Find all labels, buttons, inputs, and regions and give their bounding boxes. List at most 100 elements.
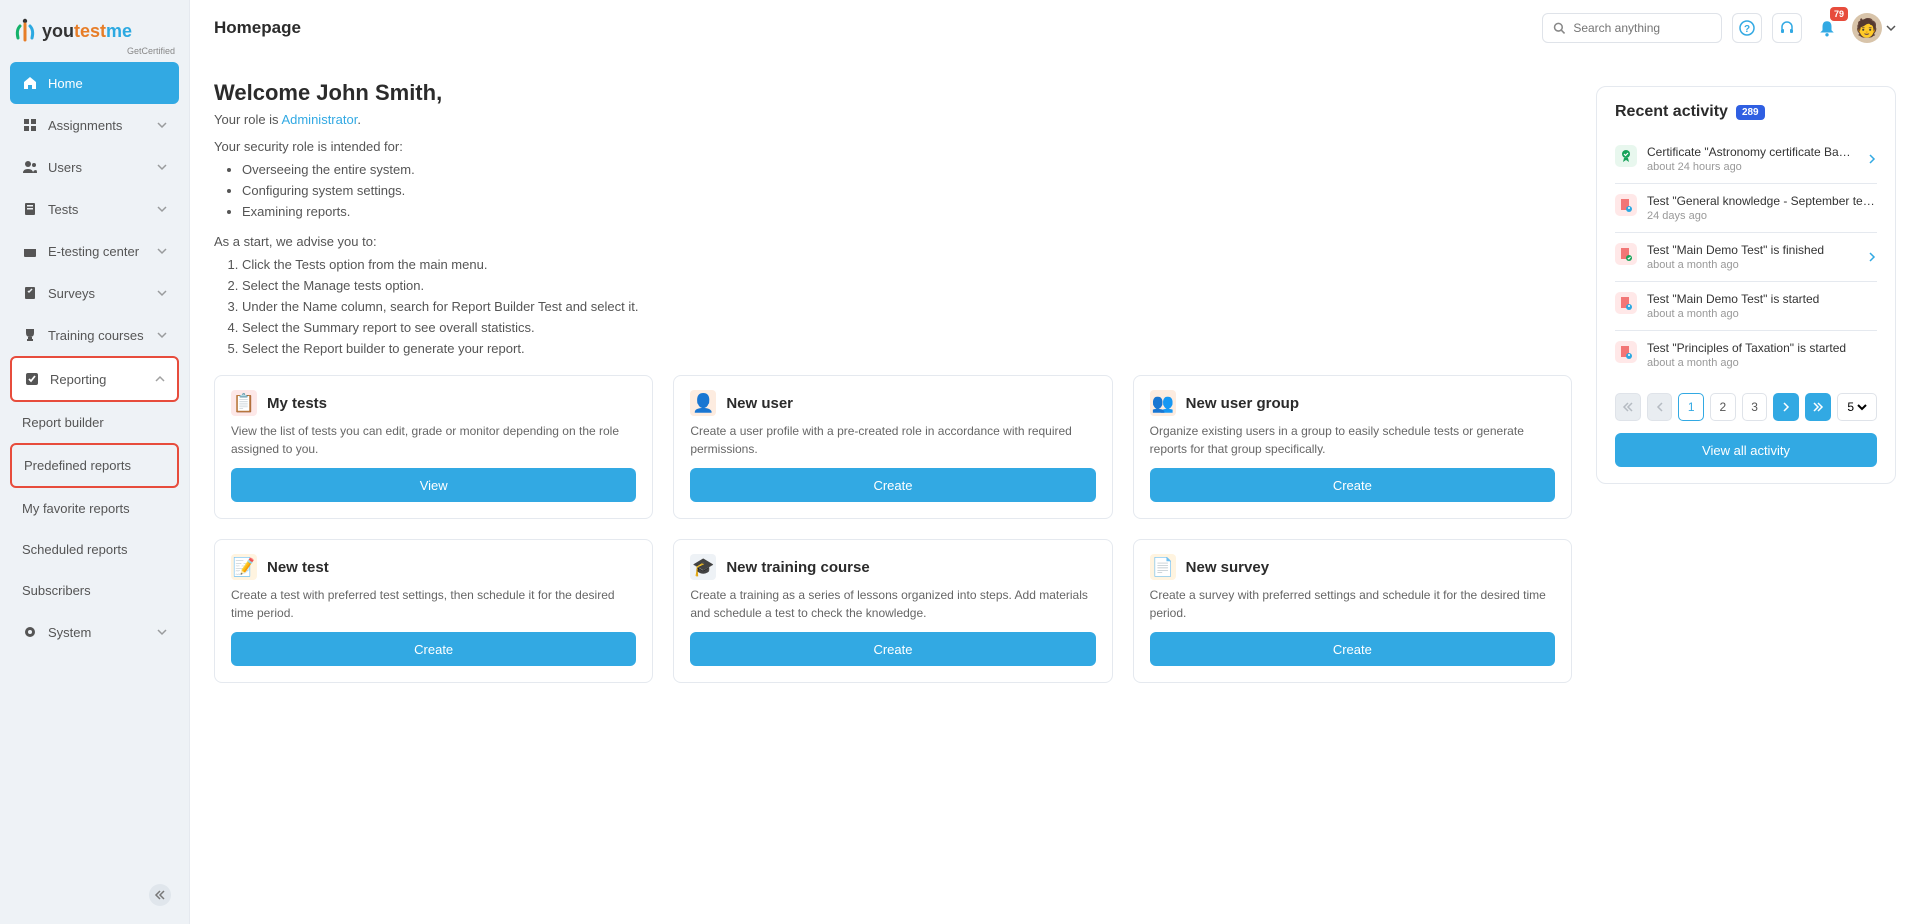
sidebar-item-label: Assignments (48, 118, 122, 133)
sidebar-item-label: Users (48, 160, 82, 175)
activity-item[interactable]: Test "Main Demo Test" is finishedabout a… (1615, 233, 1877, 282)
sidebar-item-reporting[interactable]: Reporting (10, 356, 179, 402)
activity-pager: 1 2 3 5 (1615, 393, 1877, 421)
card-my-tests: 📋 My tests View the list of tests you ca… (214, 375, 653, 519)
role-link[interactable]: Administrator (281, 112, 357, 127)
tests-icon (22, 201, 38, 217)
page-title: Homepage (214, 18, 301, 38)
activity-title: Test "General knowledge - September test… (1647, 194, 1877, 208)
pager-page-2[interactable]: 2 (1710, 393, 1736, 421)
activity-item: Test "General knowledge - September test… (1615, 184, 1877, 233)
activity-time: about a month ago (1647, 308, 1877, 320)
test-icon (1615, 292, 1637, 314)
sidebar-item-e-testing-center[interactable]: E-testing center (10, 230, 179, 272)
card-action-button[interactable]: Create (690, 632, 1095, 666)
card-new-test: 📝 New test Create a test with preferred … (214, 539, 653, 683)
header-actions: ? 79 🧑 (1542, 13, 1896, 43)
card-action-button[interactable]: Create (231, 632, 636, 666)
activity-count-badge: 289 (1736, 105, 1765, 120)
intended-for: Your security role is intended for: (214, 139, 1572, 154)
sidebar-item-tests[interactable]: Tests (10, 188, 179, 230)
surveys-icon (22, 285, 38, 301)
card-action-button[interactable]: View (231, 468, 636, 502)
test-icon (1615, 341, 1637, 363)
pager-last[interactable] (1805, 393, 1831, 421)
chevron-right-icon[interactable] (1863, 250, 1877, 265)
list-item: Select the Summary report to see overall… (242, 318, 1572, 339)
sidebar-item-surveys[interactable]: Surveys (10, 272, 179, 314)
chevron-down-icon (157, 286, 167, 301)
activity-time: about 24 hours ago (1647, 161, 1853, 173)
collapse-sidebar-button[interactable] (149, 884, 171, 906)
logo-subtitle: GetCertified (127, 46, 175, 56)
search-box[interactable] (1542, 13, 1722, 43)
chevron-right-icon[interactable] (1863, 152, 1877, 167)
subitem-my-favorite-reports[interactable]: My favorite reports (10, 488, 179, 529)
view-all-activity-button[interactable]: View all activity (1615, 433, 1877, 467)
help-button[interactable]: ? (1732, 13, 1762, 43)
svg-text:?: ? (1744, 24, 1750, 35)
reporting-icon (24, 371, 40, 387)
sidebar-item-users[interactable]: Users (10, 146, 179, 188)
subitem-report-builder[interactable]: Report builder (10, 402, 179, 443)
activity-time: 24 days ago (1647, 210, 1877, 222)
search-icon (1553, 21, 1565, 35)
card-title: My tests (267, 395, 327, 412)
card-title: New user group (1186, 395, 1299, 412)
support-button[interactable] (1772, 13, 1802, 43)
sidebar-item-home[interactable]: Home (10, 62, 179, 104)
card-icon: 🎓 (690, 554, 716, 580)
sidebar: youtestme GetCertified Home Assignments … (0, 0, 190, 924)
reporting-submenu: Report builder Predefined reports My fav… (0, 402, 189, 611)
pager-size[interactable]: 5 (1837, 393, 1877, 421)
card-desc: Organize existing users in a group to ea… (1150, 422, 1555, 458)
user-menu[interactable]: 🧑 (1852, 13, 1896, 43)
chevron-down-icon (157, 328, 167, 343)
subitem-scheduled-reports[interactable]: Scheduled reports (10, 529, 179, 570)
test-icon (1615, 194, 1637, 216)
card-icon: 📋 (231, 390, 257, 416)
pager-page-3[interactable]: 3 (1742, 393, 1768, 421)
activity-time: about a month ago (1647, 357, 1877, 369)
welcome-section: Welcome John Smith, Your role is Adminis… (214, 80, 1572, 683)
list-item: Under the Name column, search for Report… (242, 297, 1572, 318)
list-item: Overseeing the entire system. (242, 160, 1572, 181)
sidebar-item-system[interactable]: System (10, 611, 179, 653)
pager-next[interactable] (1773, 393, 1799, 421)
logo[interactable]: youtestme GetCertified (0, 12, 189, 62)
pager-first[interactable] (1615, 393, 1641, 421)
subitem-predefined-reports[interactable]: Predefined reports (10, 443, 179, 488)
card-desc: Create a user profile with a pre-created… (690, 422, 1095, 458)
sidebar-item-training-courses[interactable]: Training courses (10, 314, 179, 356)
search-input[interactable] (1571, 20, 1711, 36)
sidebar-item-label: Reporting (50, 372, 106, 387)
card-desc: Create a training as a series of lessons… (690, 586, 1095, 622)
notifications-button[interactable]: 79 (1812, 13, 1842, 43)
welcome-heading: Welcome John Smith, (214, 80, 1572, 106)
logo-text: youtestme (42, 21, 132, 42)
logo-icon (14, 18, 36, 44)
assignments-icon (22, 117, 38, 133)
page-size-select[interactable]: 5 (1843, 399, 1870, 415)
chevron-down-icon (157, 160, 167, 175)
users-icon (22, 159, 38, 175)
card-action-button[interactable]: Create (690, 468, 1095, 502)
main: Welcome John Smith, Your role is Adminis… (190, 56, 1920, 924)
sidebar-item-label: E-testing center (48, 244, 139, 259)
recent-activity-panel: Recent activity 289 Certificate "Astrono… (1596, 86, 1896, 484)
card-new-training-course: 🎓 New training course Create a training … (673, 539, 1112, 683)
pager-prev[interactable] (1647, 393, 1673, 421)
subitem-subscribers[interactable]: Subscribers (10, 570, 179, 611)
sidebar-item-assignments[interactable]: Assignments (10, 104, 179, 146)
pager-page-1[interactable]: 1 (1678, 393, 1704, 421)
bell-icon (1818, 19, 1836, 37)
card-action-button[interactable]: Create (1150, 632, 1555, 666)
sidebar-item-label: Surveys (48, 286, 95, 301)
start-text: As a start, we advise you to: (214, 234, 1572, 249)
nav: Home Assignments Users Tests E-testing c… (0, 62, 189, 402)
card-title: New survey (1186, 559, 1269, 576)
activity-title: Test "Main Demo Test" is started (1647, 292, 1877, 306)
activity-item[interactable]: Certificate "Astronomy certificate Basic… (1615, 135, 1877, 184)
card-title: New training course (726, 559, 869, 576)
card-action-button[interactable]: Create (1150, 468, 1555, 502)
